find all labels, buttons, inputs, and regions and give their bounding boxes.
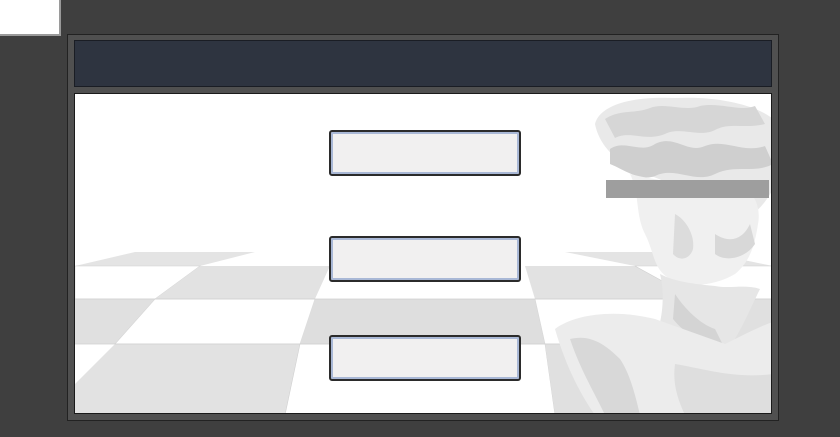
menu-button-2[interactable]: [329, 236, 521, 282]
main-menu-scene: [74, 93, 772, 414]
eye-censor-bar: [606, 180, 769, 198]
corner-panel: [0, 0, 61, 36]
game-window: [67, 34, 779, 421]
menu-button-1[interactable]: [329, 130, 521, 176]
menu-button-3[interactable]: [329, 335, 521, 381]
title-bar: [74, 40, 772, 87]
